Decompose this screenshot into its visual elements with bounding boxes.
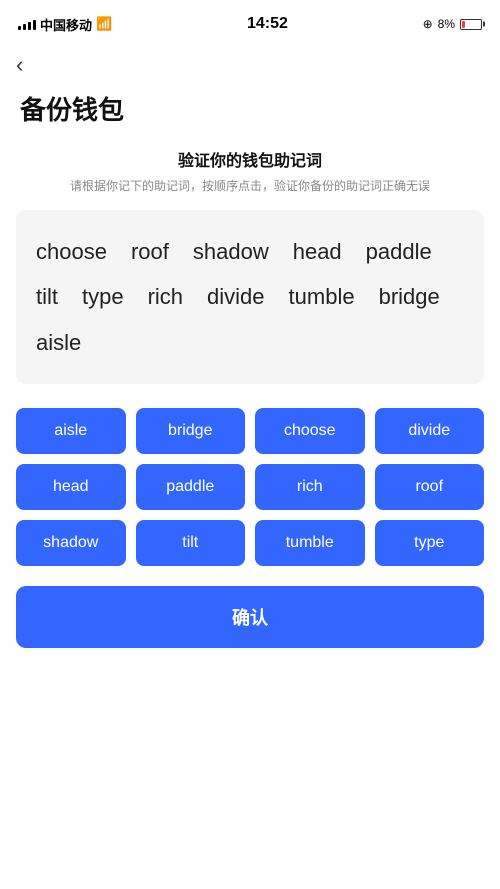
wifi-icon: 📶 [96, 16, 112, 32]
word-button[interactable]: tilt [136, 520, 246, 566]
mnemonic-display-box: choose roof shadow head paddle tilt type richdi… [16, 210, 484, 384]
word-button[interactable]: tumble [255, 520, 365, 566]
status-time: 14:52 [247, 15, 288, 33]
battery-icon [460, 19, 482, 30]
word-button[interactable]: rich [255, 464, 365, 510]
word-button[interactable]: type [375, 520, 485, 566]
gps-icon: ⊕ [423, 17, 433, 31]
status-bar: 中国移动 📶 14:52 ⊕ 8% [0, 0, 500, 44]
battery-label: 8% [438, 17, 455, 31]
mnemonic-word: tilt [36, 279, 58, 314]
mnemonic-word: choose [36, 234, 107, 269]
word-button[interactable]: head [16, 464, 126, 510]
back-button[interactable]: ‹ [0, 44, 39, 82]
word-button[interactable]: choose [255, 408, 365, 454]
word-button[interactable]: bridge [136, 408, 246, 454]
mnemonic-word: bridge [379, 279, 440, 314]
mnemonic-words-container: choose roof shadow head paddle tilt type richdi… [36, 234, 464, 360]
mnemonic-word: rich [148, 279, 183, 314]
word-button[interactable]: paddle [136, 464, 246, 510]
word-buttons-grid: aislebridgechoosedivide headpaddlerichroo… [16, 408, 484, 566]
mnemonic-word: roof [131, 234, 169, 269]
section-desc: 请根据你记下的助记词，按顺序点击，验证你备份的助记词正确无误 [0, 177, 500, 196]
mnemonic-word: type [82, 279, 124, 314]
mnemonic-word: tumble [289, 279, 355, 314]
carrier-label: 中国移动 [40, 15, 92, 34]
mnemonic-word: paddle [366, 234, 432, 269]
status-left: 中国移动 📶 [18, 15, 112, 34]
word-button[interactable]: aisle [16, 408, 126, 454]
mnemonic-word: shadow [193, 234, 269, 269]
status-right: ⊕ 8% [423, 17, 482, 31]
word-button[interactable]: roof [375, 464, 485, 510]
section-title: 验证你的钱包助记词 [0, 147, 500, 171]
signal-icon [18, 18, 36, 30]
page-title: 备份钱包 [0, 82, 500, 147]
word-button[interactable]: divide [375, 408, 485, 454]
confirm-button[interactable]: 确认 [16, 586, 484, 648]
mnemonic-word: divide [207, 279, 264, 314]
mnemonic-word: head [293, 234, 342, 269]
mnemonic-word: aisle [36, 325, 81, 360]
word-button[interactable]: shadow [16, 520, 126, 566]
